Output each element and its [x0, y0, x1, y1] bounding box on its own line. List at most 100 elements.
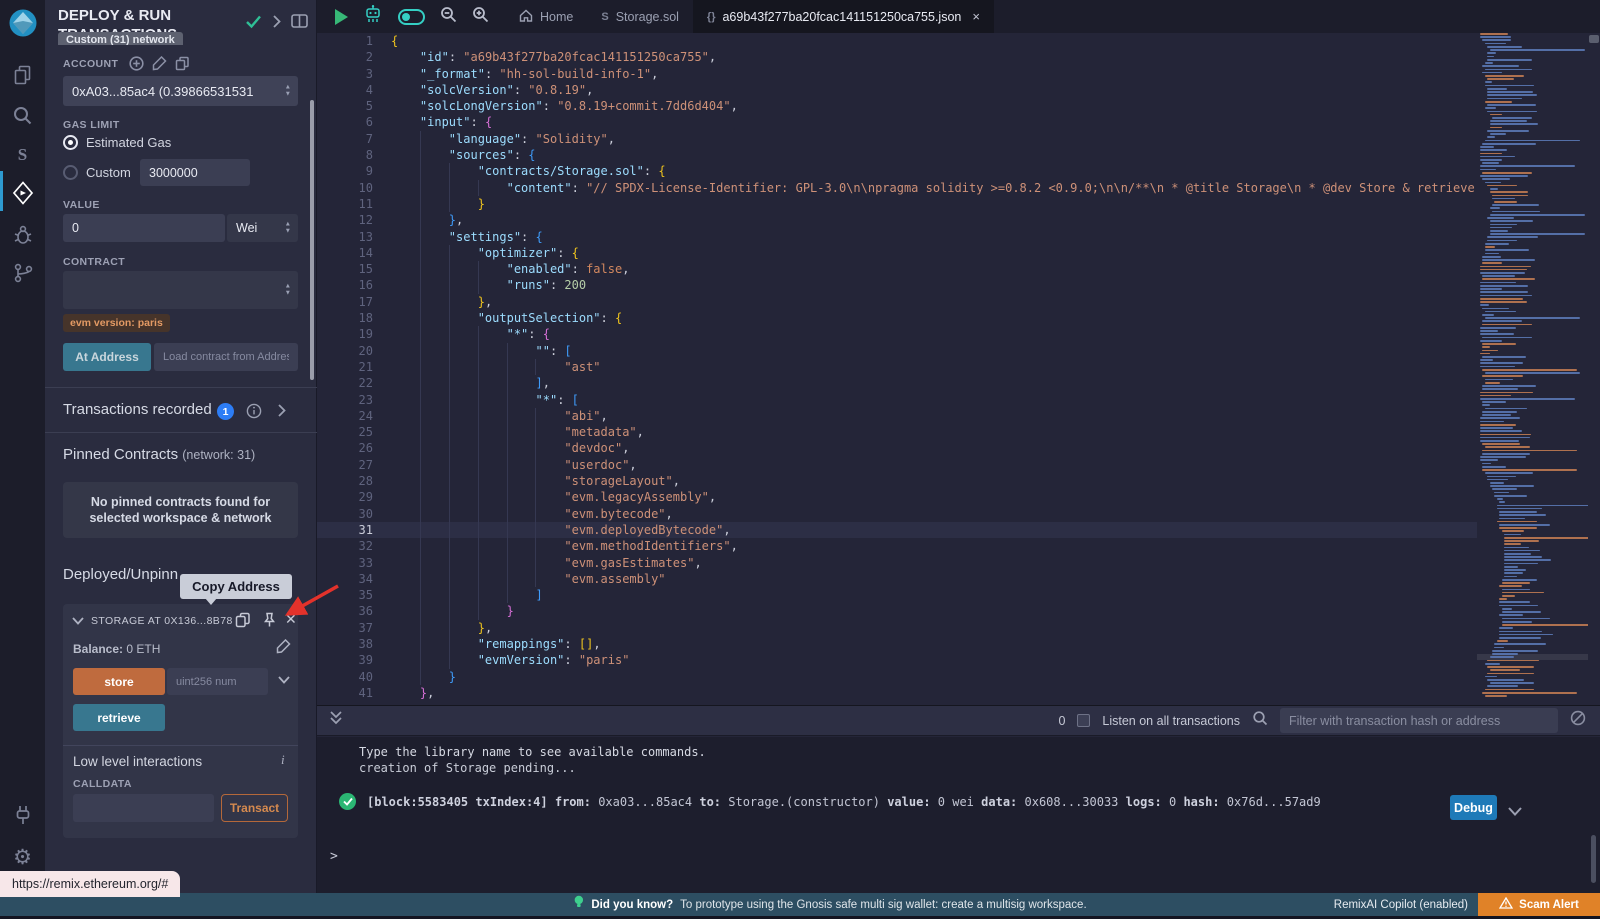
panel-scrollbar[interactable]: [310, 100, 314, 380]
value-unit-select[interactable]: Wei ▲▼: [227, 214, 298, 242]
code-line[interactable]: 22 ],: [317, 375, 1477, 391]
remove-contract-icon[interactable]: ✕: [285, 611, 297, 628]
calldata-input[interactable]: [73, 794, 214, 822]
code-line[interactable]: 11 }: [317, 196, 1477, 212]
code-line[interactable]: 39 "evmVersion": "paris": [317, 652, 1477, 668]
plugin-manager-icon[interactable]: [0, 798, 45, 832]
pin-panel-icon[interactable]: [291, 14, 308, 28]
terminal-body[interactable]: Type the library name to see available c…: [317, 737, 1600, 893]
code-line[interactable]: 30 "evm.bytecode",: [317, 506, 1477, 522]
editor-scrollbar-thumb[interactable]: [1589, 35, 1599, 43]
clear-console-icon[interactable]: [1570, 710, 1586, 731]
code-line[interactable]: 1{: [317, 33, 1477, 49]
code-line[interactable]: 33 "evm.gasEstimates",: [317, 555, 1477, 571]
terminal-scrollbar-thumb[interactable]: [1591, 835, 1596, 883]
code-line[interactable]: 5 "solcLongVersion": "0.8.19+commit.7dd6…: [317, 98, 1477, 114]
tab-storage-sol[interactable]: S Storage.sol: [587, 0, 693, 33]
code-line[interactable]: 34 "evm.assembly": [317, 571, 1477, 587]
custom-gas-input[interactable]: [140, 159, 250, 186]
code-line[interactable]: 17 },: [317, 294, 1477, 310]
code-line[interactable]: 21 "ast": [317, 359, 1477, 375]
code-line[interactable]: 14 "optimizer": {: [317, 245, 1477, 261]
code-line[interactable]: 13 "settings": {: [317, 229, 1477, 245]
code-line[interactable]: 25 "metadata",: [317, 424, 1477, 440]
terminal-collapse-icon[interactable]: [329, 710, 343, 731]
code-line[interactable]: 6 "input": {: [317, 114, 1477, 130]
deploy-and-run-icon[interactable]: [0, 176, 45, 210]
code-line[interactable]: 40 }: [317, 669, 1477, 685]
code-line[interactable]: 16 "runs": 200: [317, 277, 1477, 293]
minimap[interactable]: [1477, 33, 1588, 700]
code-line[interactable]: 28 "storageLayout",: [317, 473, 1477, 489]
low-level-info-icon[interactable]: i: [281, 752, 285, 768]
zoom-in-icon[interactable]: [472, 6, 489, 28]
code-line[interactable]: 24 "abi",: [317, 408, 1477, 424]
code-line[interactable]: 3 "_format": "hh-sol-build-info-1",: [317, 66, 1477, 82]
code-line[interactable]: 4 "solcVersion": "0.8.19",: [317, 82, 1477, 98]
store-arg-input[interactable]: [167, 668, 268, 695]
listen-checkbox[interactable]: [1077, 714, 1090, 727]
code-line[interactable]: 31 "evm.deployedBytecode",: [317, 522, 1477, 538]
tab-home[interactable]: Home: [505, 0, 587, 33]
git-icon[interactable]: [0, 256, 45, 290]
close-tab-icon[interactable]: ×: [972, 9, 980, 24]
scam-alert-button[interactable]: Scam Alert: [1478, 893, 1600, 916]
settings-gear-icon[interactable]: ⚙: [0, 840, 45, 874]
account-stepper-icon[interactable]: ▲▼: [285, 85, 291, 98]
debugger-icon[interactable]: [0, 218, 45, 252]
copy-account-icon[interactable]: [175, 56, 190, 71]
pin-contract-icon[interactable]: [262, 612, 277, 628]
code-line[interactable]: 23 "*": [: [317, 392, 1477, 408]
code-line[interactable]: 27 "userdoc",: [317, 457, 1477, 473]
code-line[interactable]: 41 },: [317, 685, 1477, 701]
code-line[interactable]: 37 },: [317, 620, 1477, 636]
code-line[interactable]: 9 "contracts/Storage.sol": {: [317, 163, 1477, 179]
store-expand-chevron-icon[interactable]: [278, 676, 290, 684]
code-line[interactable]: 2 "id": "a69b43f277ba20fcac141151250ca75…: [317, 49, 1477, 65]
code-line[interactable]: 32 "evm.methodIdentifiers",: [317, 538, 1477, 554]
transactions-expand-icon[interactable]: [278, 404, 286, 417]
solidity-compiler-icon[interactable]: S: [0, 138, 45, 172]
run-script-icon[interactable]: [335, 9, 348, 25]
account-select[interactable]: 0xA03...85ac4 (0.39866531531 ▲▼: [63, 76, 298, 106]
retrieve-button[interactable]: retrieve: [73, 704, 165, 731]
code-line[interactable]: 19 "*": {: [317, 326, 1477, 342]
terminal-prompt[interactable]: >: [330, 849, 338, 864]
panel-chevron-right-icon[interactable]: [273, 15, 281, 28]
code-editor[interactable]: 1{2 "id": "a69b43f277ba20fcac141151250ca…: [317, 33, 1477, 705]
at-address-input[interactable]: [154, 343, 298, 371]
edit-balance-icon[interactable]: [276, 639, 291, 654]
code-line[interactable]: 26 "devdoc",: [317, 440, 1477, 456]
remix-logo-icon[interactable]: [0, 6, 45, 40]
code-line[interactable]: 38 "remappings": [],: [317, 636, 1477, 652]
zoom-out-icon[interactable]: [440, 6, 457, 28]
code-line[interactable]: 15 "enabled": false,: [317, 261, 1477, 277]
copilot-status[interactable]: RemixAI Copilot (enabled): [1334, 893, 1468, 916]
code-line[interactable]: 7 "language": "Solidity",: [317, 131, 1477, 147]
contract-select[interactable]: ▲▼: [63, 271, 298, 309]
estimated-gas-radio[interactable]: [63, 135, 78, 150]
edit-account-icon[interactable]: [152, 56, 167, 71]
transactions-info-icon[interactable]: [246, 403, 262, 419]
code-line[interactable]: 20 "": [: [317, 343, 1477, 359]
code-line[interactable]: 18 "outputSelection": {: [317, 310, 1477, 326]
store-button[interactable]: store: [73, 668, 165, 695]
at-address-button[interactable]: At Address: [63, 343, 151, 371]
value-input[interactable]: [63, 214, 225, 242]
tab-build-info-json[interactable]: {} a69b43f277ba20fcac141151250ca755.json…: [693, 0, 994, 33]
add-account-icon[interactable]: [129, 56, 144, 71]
remixai-robot-icon[interactable]: [363, 4, 383, 29]
transact-button[interactable]: Transact: [221, 794, 288, 822]
code-line[interactable]: 36 }: [317, 603, 1477, 619]
tx-expand-chevron-icon[interactable]: [1508, 801, 1522, 820]
custom-gas-radio[interactable]: [63, 165, 78, 180]
code-line[interactable]: 10 "content": "// SPDX-License-Identifie…: [317, 180, 1477, 196]
transaction-log-row[interactable]: [block:5583405 txIndex:4] from: 0xa03...…: [339, 793, 1321, 810]
code-line[interactable]: 29 "evm.legacyAssembly",: [317, 489, 1477, 505]
code-line[interactable]: 8 "sources": {: [317, 147, 1477, 163]
debug-button[interactable]: Debug: [1450, 795, 1497, 820]
file-explorer-icon[interactable]: [0, 58, 45, 92]
copilot-toggle[interactable]: [398, 9, 425, 25]
code-line[interactable]: 12 },: [317, 212, 1477, 228]
terminal-search-icon[interactable]: [1252, 710, 1268, 731]
